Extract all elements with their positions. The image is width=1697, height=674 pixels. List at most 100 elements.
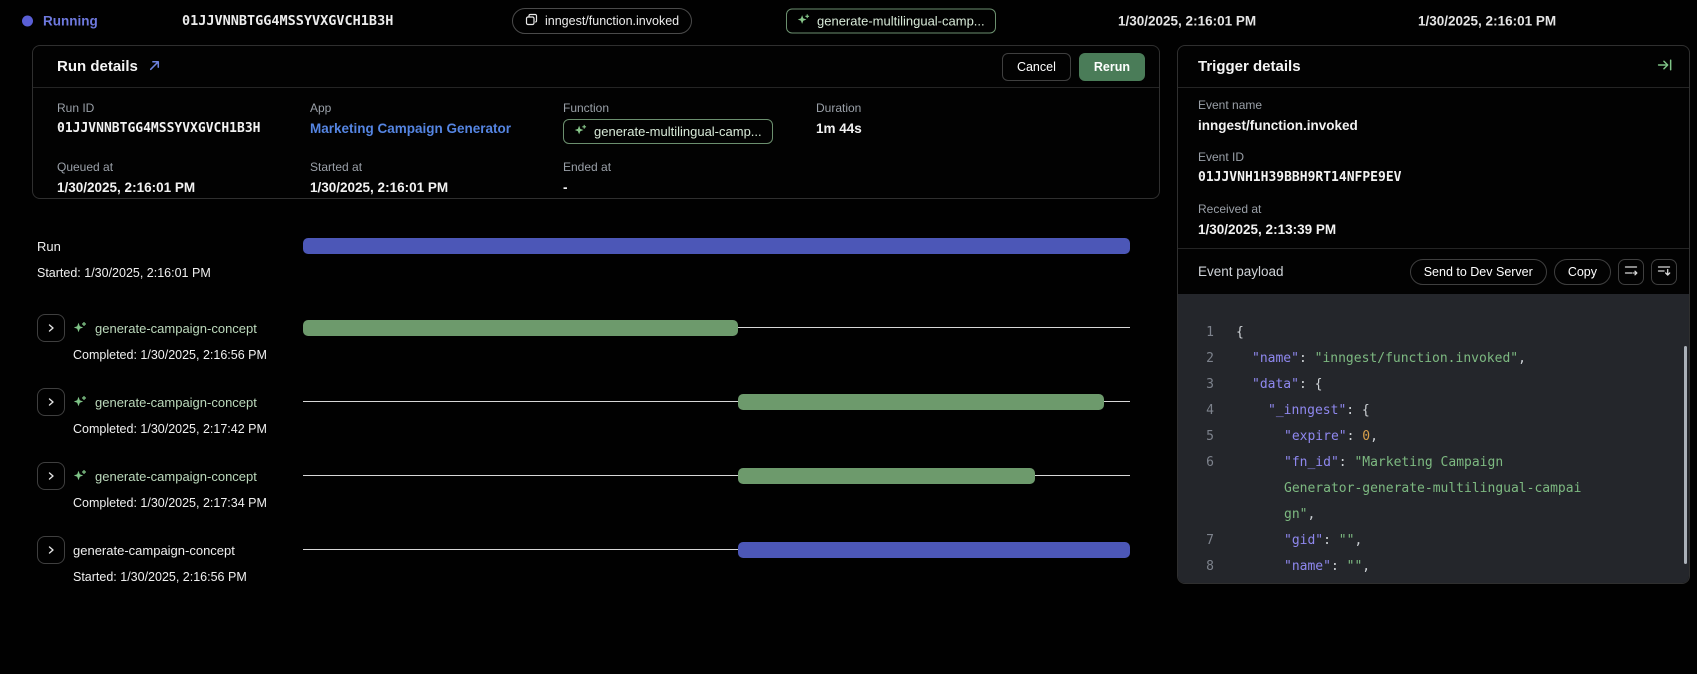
collapse-panel-button[interactable] <box>1657 57 1673 76</box>
queued-timestamp: 1/30/2025, 2:16:01 PM <box>1118 14 1256 29</box>
line-number: 6 <box>1178 450 1214 476</box>
function-badge[interactable]: generate-multilingual-camp... <box>563 119 773 144</box>
line-number: 1 <box>1178 320 1214 346</box>
event-name-value: inngest/function.invoked <box>1198 116 1669 136</box>
timeline-track <box>303 232 1130 306</box>
step-name[interactable]: generate-campaign-concept <box>95 395 257 410</box>
field-label: Event ID <box>1198 150 1669 165</box>
span-bar[interactable] <box>738 394 1104 410</box>
field-received-at: Received at 1/30/2025, 2:13:39 PM <box>1198 202 1669 240</box>
code-line-content: "fn_id": "Marketing Campaign <box>1236 450 1503 476</box>
step-name[interactable]: generate-campaign-concept <box>95 321 257 336</box>
collapse-lines-button[interactable] <box>1651 259 1677 285</box>
chevron-right-icon <box>46 395 56 410</box>
span-bar[interactable] <box>738 542 1130 558</box>
trigger-details-title: Trigger details <box>1198 58 1301 75</box>
function-badge-label: generate-multilingual-camp... <box>594 124 762 139</box>
expand-step-button[interactable] <box>37 462 65 490</box>
run-status: Running <box>22 14 98 29</box>
timeline-row-left: generate-campaign-concept Completed: 1/3… <box>32 314 303 388</box>
sparkles-icon <box>73 321 87 335</box>
wrap-text-icon <box>1624 263 1638 280</box>
event-badge-label: inngest/function.invoked <box>545 14 679 28</box>
field-label: Run ID <box>57 101 310 116</box>
code-line: 3 "data": { <box>1178 372 1689 398</box>
line-number: 5 <box>1178 424 1214 450</box>
collapse-lines-icon <box>1657 263 1671 280</box>
field-label: Queued at <box>57 160 310 175</box>
timeline-row: generate-campaign-concept Completed: 1/3… <box>32 388 1160 462</box>
field-label: App <box>310 101 563 116</box>
sparkles-icon <box>73 469 87 483</box>
trigger-details-header: Trigger details <box>1178 46 1689 88</box>
arrow-into-line-icon <box>1657 57 1673 76</box>
run-details-title: Run details <box>57 58 138 75</box>
timeline-track <box>303 462 1130 536</box>
open-run-button[interactable] <box>148 59 161 75</box>
line-number: 7 <box>1178 528 1214 554</box>
field-queued-at: Queued at 1/30/2025, 2:16:01 PM <box>57 160 310 198</box>
step-timestamp: Completed: 1/30/2025, 2:17:34 PM <box>73 496 303 510</box>
field-ended-at: Ended at - <box>563 160 816 198</box>
trigger-fields: Event name inngest/function.invoked Even… <box>1178 88 1689 248</box>
line-number: 8 <box>1178 554 1214 580</box>
code-line-content: Generator-generate-multilingual-campai <box>1236 476 1581 502</box>
timeline-track <box>303 388 1130 462</box>
timeline-row: generate-campaign-concept Completed: 1/3… <box>32 462 1160 536</box>
field-function: Function generate-multilingual-camp... <box>563 101 816 144</box>
timeline-track <box>303 536 1130 610</box>
app-window: Running 01JJVNNBTGG4MSSYVXGVCH1B3H innge… <box>0 0 1697 674</box>
chevron-right-icon <box>46 469 56 484</box>
line-number <box>1178 502 1214 528</box>
code-line: 1 { <box>1178 320 1689 346</box>
code-line-content: "expire": 0, <box>1236 424 1378 450</box>
started-timestamp: 1/30/2025, 2:16:01 PM <box>1418 14 1556 29</box>
code-line: 8 "name": "", <box>1178 554 1689 580</box>
function-badge[interactable]: generate-multilingual-camp... <box>786 9 996 34</box>
code-line: 6 "fn_id": "Marketing Campaign <box>1178 450 1689 476</box>
step-timestamp: Completed: 1/30/2025, 2:17:42 PM <box>73 422 303 436</box>
code-line: Generator-generate-multilingual-campai <box>1178 476 1689 502</box>
wrap-text-button[interactable] <box>1618 259 1644 285</box>
cancel-button[interactable]: Cancel <box>1002 53 1071 81</box>
app-link[interactable]: Marketing Campaign Generator <box>310 119 563 139</box>
field-label: Ended at <box>563 160 816 175</box>
chevron-right-icon <box>46 321 56 336</box>
expand-step-button[interactable] <box>37 536 65 564</box>
expand-step-button[interactable] <box>37 388 65 416</box>
run-details-card: Run details Cancel Rerun Run ID 01JJVNNB… <box>32 45 1160 199</box>
timeline-row-left: generate-campaign-concept Completed: 1/3… <box>32 388 303 462</box>
started-at-value: 1/30/2025, 2:16:01 PM <box>310 178 563 198</box>
expand-step-button[interactable] <box>37 314 65 342</box>
field-duration: Duration 1m 44s <box>816 101 1159 144</box>
external-link-icon <box>148 59 161 75</box>
code-line: 4 "_inngest": { <box>1178 398 1689 424</box>
copy-window-icon <box>525 13 538 29</box>
line-number <box>1178 476 1214 502</box>
step-name[interactable]: generate-campaign-concept <box>95 469 257 484</box>
rerun-button[interactable]: Rerun <box>1079 53 1145 81</box>
span-bar[interactable] <box>738 468 1035 484</box>
duration-value: 1m 44s <box>816 119 1159 139</box>
field-event-name: Event name inngest/function.invoked <box>1198 98 1669 136</box>
event-badge[interactable]: inngest/function.invoked <box>512 8 692 34</box>
send-to-dev-server-button[interactable]: Send to Dev Server <box>1410 259 1547 285</box>
event-payload-header: Event payload Send to Dev Server Copy <box>1178 248 1689 294</box>
step-timestamp: Started: 1/30/2025, 2:16:56 PM <box>73 570 303 584</box>
field-run-id: Run ID 01JJVNNBTGG4MSSYVXGVCH1B3H <box>57 101 310 144</box>
step-name[interactable]: Run <box>37 239 61 254</box>
code-line-content: "_inngest": { <box>1236 398 1370 424</box>
field-label: Started at <box>310 160 563 175</box>
span-bar[interactable] <box>303 238 1130 254</box>
line-number: 3 <box>1178 372 1214 398</box>
code-lines: 1 { 2 "name": "inngest/function.invoked"… <box>1178 320 1689 583</box>
field-started-at: Started at 1/30/2025, 2:16:01 PM <box>310 160 563 198</box>
span-bar[interactable] <box>303 320 738 336</box>
copy-button[interactable]: Copy <box>1554 259 1611 285</box>
code-line-content: gn", <box>1236 502 1315 528</box>
field-label: Event name <box>1198 98 1669 113</box>
step-timestamp: Started: 1/30/2025, 2:16:01 PM <box>37 266 303 280</box>
code-scrollbar[interactable] <box>1684 346 1687 564</box>
line-number: 9 <box>1178 580 1214 583</box>
step-name[interactable]: generate-campaign-concept <box>73 543 235 558</box>
